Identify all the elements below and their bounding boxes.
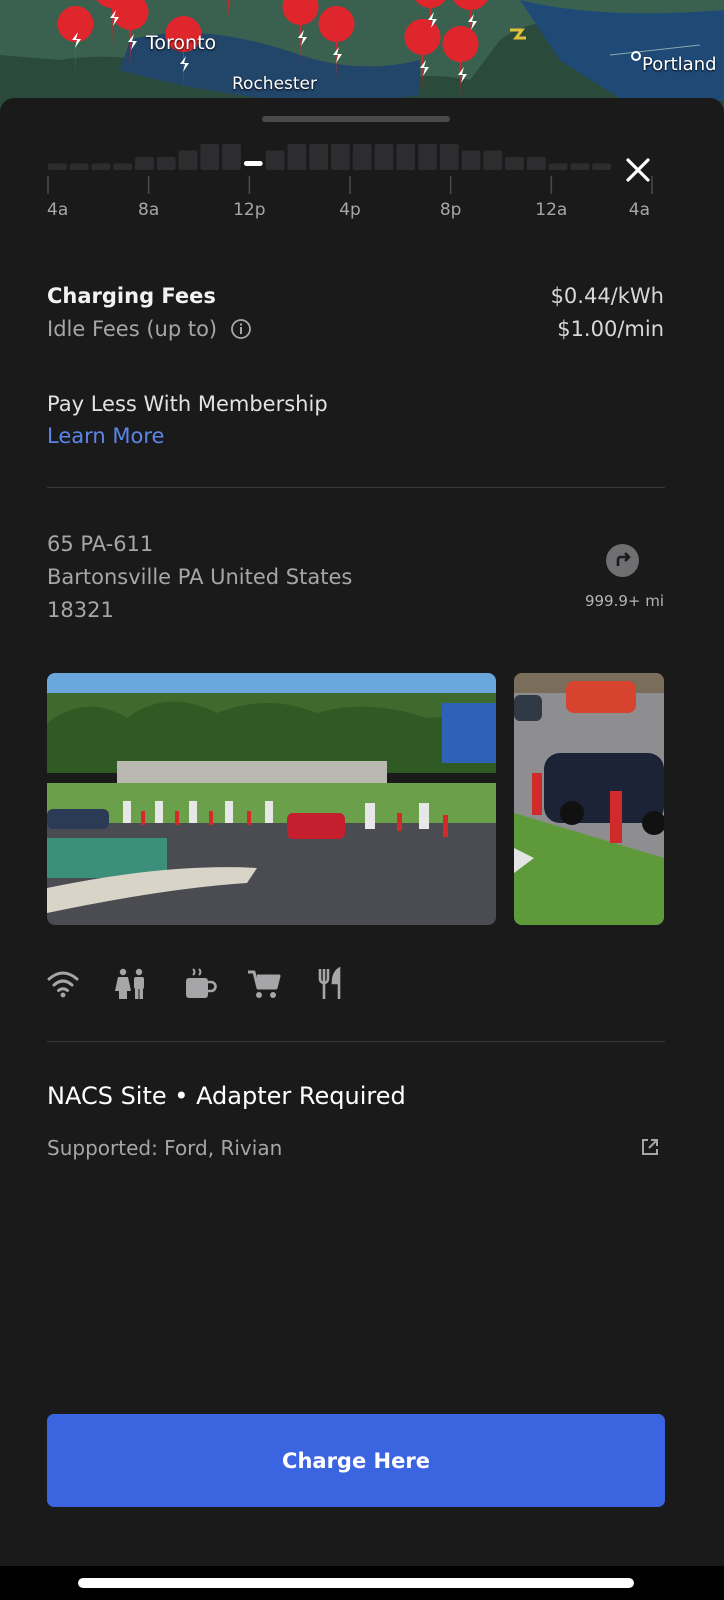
chart-bar [483,150,503,170]
charger-details-sheet: 4a 8a 12p 4p 8p 12a 4a Charging Fees $0.44/kWh… [0,98,724,1568]
map-label-portland: Portland [642,54,717,75]
chart-bar [48,163,67,170]
site-type-title: NACS Site • Adapter Required [47,1082,406,1110]
chart-bar [592,163,611,170]
site-photo-1[interactable] [47,673,496,925]
map-label-rochester: Rochester [232,74,317,94]
chart-bar [309,144,328,170]
chart-bar [178,150,198,170]
chart-bar [396,144,416,170]
chart-tick-label: 4a [629,200,650,220]
directions-arrow-icon [616,552,631,566]
chart-bar [91,163,111,170]
chart-bar [69,163,89,170]
chart-bar [526,157,546,170]
wifi-icon [47,971,79,998]
chart-bar [222,144,241,170]
sheet-drag-handle[interactable] [262,116,450,122]
chart-bar [439,144,459,170]
supported-vehicles: Supported: Ford, Rivian [47,1136,283,1160]
charging-fees-value: $0.44/kWh [550,284,664,308]
idle-fees-value: $1.00/min [557,317,664,341]
charge-here-button[interactable]: Charge Here [47,1414,665,1507]
divider [47,1041,665,1042]
cart-icon [248,970,281,998]
site-photo-1-image [47,673,496,925]
chart-bar [156,157,176,170]
site-photo-2-image [514,673,664,925]
directions-button[interactable] [606,544,639,577]
close-icon[interactable] [622,154,654,186]
chart-bar [374,144,394,170]
chart-bar-current [243,161,263,166]
chart-bar [548,163,568,170]
chart-bar [200,144,220,170]
restroom-icon [115,968,144,999]
membership-title: Pay Less With Membership [47,392,328,416]
chart-bar [113,163,133,170]
address-block: 65 PA-611 Bartonsville PA United States … [47,528,352,627]
address-line1: 65 PA-611 [47,532,154,556]
chart-tick-label: 12a [535,200,567,220]
utensils-icon [318,966,341,999]
chart-bar [287,144,307,170]
chart-bars [48,144,611,170]
chart-tick-label: 8p [440,200,462,220]
address-line3: 18321 [47,598,114,622]
distance-text: 999.9+ mi [584,592,664,610]
chart-bar [265,150,285,170]
chart-bar [352,144,372,170]
chart-bar [505,157,524,170]
address-line2: Bartonsville PA United States [47,565,353,589]
chart-bar [570,163,590,170]
chart-bar [418,144,437,170]
map-label-toronto: Toronto [146,32,217,54]
coffee-icon [186,968,217,998]
external-link-icon[interactable] [640,1137,660,1157]
charging-fees-label: Charging Fees [47,284,216,308]
chart-tick-label: 12p [233,200,265,220]
popular-times-chart: 4a 8a 12p 4p 8p 12a 4a [47,144,653,220]
site-photo-2[interactable] [514,673,664,925]
info-icon[interactable] [230,318,252,340]
home-indicator[interactable] [78,1578,634,1588]
chart-bar [331,144,350,170]
idle-fees-label: Idle Fees (up to) [47,317,218,341]
chart-ticks: 4a 8a 12p 4p 8p 12a 4a [47,176,653,220]
divider [47,487,665,488]
learn-more-link[interactable]: Learn More [47,424,164,448]
chart-bar [135,157,154,170]
chart-tick-label: 8a [138,200,159,220]
chart-tick-label: 4a [47,200,68,220]
chart-tick-label: 4p [339,200,361,220]
chart-bar [461,150,481,170]
